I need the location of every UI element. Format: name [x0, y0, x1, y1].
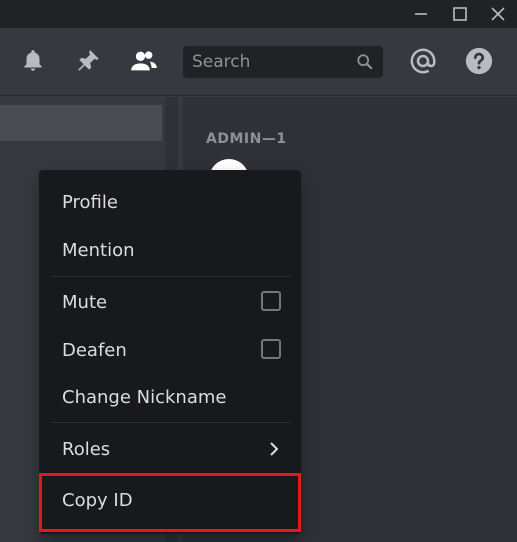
- minimize-button[interactable]: [404, 0, 438, 28]
- menu-item-mention[interactable]: Mention: [51, 230, 291, 270]
- user-context-menu: Profile Mention Mute Deafen Change Nickn…: [39, 170, 301, 534]
- menu-item-label: Deafen: [62, 339, 127, 361]
- maximize-icon: [453, 7, 467, 21]
- menu-item-roles[interactable]: Roles: [51, 429, 291, 469]
- menu-item-label: Mute: [62, 291, 108, 313]
- notifications-button[interactable]: [16, 44, 50, 78]
- mentions-button[interactable]: [406, 44, 440, 78]
- member-group-header: ADMIN—1: [206, 131, 287, 147]
- menu-item-label: Change Nickname: [62, 386, 227, 408]
- pinned-messages-button[interactable]: [71, 44, 105, 78]
- mention-icon: [410, 48, 436, 74]
- pin-icon: [78, 50, 99, 71]
- help-button[interactable]: [462, 44, 496, 78]
- menu-item-change-nickname[interactable]: Change Nickname: [51, 377, 291, 417]
- menu-item-deafen[interactable]: Deafen: [51, 330, 291, 370]
- search-box[interactable]: [183, 46, 383, 78]
- search-icon[interactable]: [356, 53, 374, 71]
- menu-item-label: Mention: [62, 239, 135, 261]
- menu-item-profile[interactable]: Profile: [51, 182, 291, 222]
- search-input[interactable]: [183, 46, 349, 78]
- menu-item-label: Copy ID: [62, 489, 133, 511]
- menu-separator: [51, 422, 291, 423]
- maximize-button[interactable]: [443, 0, 477, 28]
- bell-icon: [24, 50, 42, 71]
- chevron-right-icon: [270, 442, 279, 456]
- minimize-icon: [415, 13, 427, 15]
- menu-item-label: Roles: [62, 438, 111, 460]
- members-icon: [131, 51, 157, 71]
- chat-message-highlight: [0, 105, 162, 141]
- close-icon: [491, 7, 505, 21]
- menu-item-copy-id[interactable]: Copy ID: [51, 480, 291, 520]
- channel-toolbar: [0, 28, 517, 96]
- title-bar: [0, 0, 517, 28]
- member-list-button[interactable]: [127, 44, 161, 78]
- help-icon: [465, 47, 493, 75]
- menu-item-mute[interactable]: Mute: [51, 282, 291, 322]
- menu-separator: [51, 276, 291, 277]
- mute-checkbox[interactable]: [261, 291, 281, 311]
- deafen-checkbox[interactable]: [261, 339, 281, 359]
- menu-item-label: Profile: [62, 191, 118, 213]
- close-button[interactable]: [481, 0, 515, 28]
